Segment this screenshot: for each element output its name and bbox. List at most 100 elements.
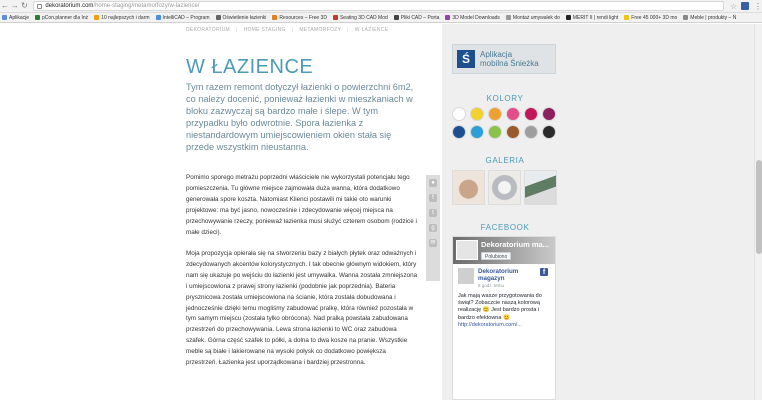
color-swatch[interactable] — [506, 125, 520, 139]
bookmark-favicon-icon — [215, 15, 221, 20]
reload-icon[interactable]: ↻ — [20, 0, 30, 12]
color-swatch[interactable] — [524, 107, 538, 121]
url-path: /home-staging/metamorfozy/w-lazience/ — [93, 3, 200, 9]
bookmark-item[interactable]: Resources – Free 3D — [272, 15, 327, 21]
color-swatch[interactable] — [488, 125, 502, 139]
facebook-widget: Dekoratorium ma... Polubiono Dekoratoriu… — [452, 236, 556, 400]
bookmark-label: Oświetlenie łazienki — [222, 14, 267, 21]
mobile-app-badge[interactable]: Ś Aplikacja mobilna Śnieżka — [452, 44, 556, 74]
facebook-page-avatar — [456, 240, 478, 260]
bookmark-label: Resources – Free 3D — [279, 14, 327, 21]
article-paragraph-2: Moja propozycja opierała się na stworzen… — [186, 250, 418, 367]
bookmark-item[interactable]: Aplikacje — [2, 15, 29, 21]
email-share-icon[interactable]: ✉ — [429, 239, 437, 247]
bookmark-item[interactable]: Seating 3D CAD Mod — [332, 14, 388, 21]
facebook-post-text: Jak mają wasze przygotowania do świąt? Z… — [458, 293, 542, 321]
facebook-post-author[interactable]: Dekoratorium magazyn — [478, 268, 536, 282]
color-swatch[interactable] — [488, 107, 502, 121]
color-swatch[interactable] — [452, 125, 466, 139]
scrollbar-thumb[interactable] — [756, 160, 762, 254]
web-page: Dekoratorium | Home staging | Metamorfoz… — [0, 24, 762, 400]
facebook-share-icon[interactable]: f — [429, 194, 437, 202]
bookmark-label: Aplikacje — [9, 14, 30, 21]
color-swatch[interactable] — [524, 125, 538, 139]
color-swatches — [452, 107, 562, 139]
bookmark-label: 10 najlepszych i darm — [101, 14, 150, 21]
facebook-cover[interactable]: Dekoratorium ma... Polubiono — [453, 237, 555, 264]
gallery-thumb-wreath[interactable] — [488, 170, 521, 205]
bookmark-item[interactable]: IntelliCAD – Program — [155, 14, 210, 21]
bookmark-item[interactable]: Pliki CAD – Porta — [393, 14, 440, 21]
url-input[interactable]: dekoratorium.com/home-staging/metamorfoz… — [33, 1, 724, 11]
bookmark-label: IntelliCAD – Program — [162, 14, 210, 21]
facebook-cover-title[interactable]: Dekoratorium ma... — [481, 240, 549, 249]
bookmark-favicon-icon — [155, 15, 161, 20]
facebook-post-avatar — [458, 268, 474, 284]
forward-icon[interactable]: → — [10, 0, 20, 12]
bookmark-label: Montaż umywalek do — [512, 14, 560, 21]
scrollbar[interactable] — [754, 24, 762, 400]
breadcrumb-item-dekoratorium[interactable]: Dekoratorium — [186, 27, 230, 33]
twitter-share-icon[interactable]: t — [429, 209, 437, 217]
breadcrumb-item-metamorfozy[interactable]: Metamorfozy — [299, 27, 341, 33]
color-swatch[interactable] — [506, 107, 520, 121]
bookmark-item[interactable]: 3D Model Downloads — [445, 15, 500, 21]
color-swatch[interactable] — [470, 107, 484, 121]
color-swatch[interactable] — [452, 107, 466, 121]
page-info-icon[interactable] — [37, 3, 43, 9]
breadcrumb: Dekoratorium | Home staging | Metamorfoz… — [186, 27, 388, 33]
bookmarks-bar: Aplikacje pCon.planner dla Inż 10 najlepsz… — [0, 13, 762, 23]
color-swatch[interactable] — [542, 125, 556, 139]
bookmark-label: Free 45 000+ 3D mo — [631, 14, 678, 21]
color-swatch[interactable] — [470, 125, 484, 139]
bookmark-item[interactable]: Montaż umywalek do — [505, 14, 560, 21]
breadcrumb-item-current: W łazience — [354, 27, 389, 33]
bookmark-favicon-icon — [683, 15, 689, 20]
bookmark-favicon-icon — [332, 15, 338, 20]
bookmark-star-icon[interactable]: ☆ — [730, 2, 737, 11]
color-swatch[interactable] — [542, 107, 556, 121]
bookmark-favicon-icon — [35, 15, 41, 20]
facebook-post-link[interactable]: http://dekoratorium.com/... — [458, 322, 550, 328]
bookmark-label: Seating 3D CAD Mod — [339, 14, 388, 21]
bookmark-favicon-icon — [2, 15, 7, 20]
facebook-like-button[interactable]: Polubiono — [481, 252, 512, 260]
breadcrumb-item-home-staging[interactable]: Home staging — [244, 27, 286, 33]
back-icon[interactable]: ← — [0, 0, 10, 12]
facebook-section-title: FACEBOOK — [480, 223, 530, 232]
colors-section-title: KOLORY — [486, 94, 524, 103]
google-plus-share-icon[interactable]: g — [429, 224, 437, 232]
bookmark-favicon-icon — [624, 15, 630, 20]
share-rail: ● f t g ✉ — [426, 175, 440, 281]
bookmark-label: Pliki CAD – Porta — [400, 14, 440, 21]
bookmark-favicon-icon — [393, 15, 399, 20]
browser-address-bar: ← → ↻ dekoratorium.com/home-staging/meta… — [0, 0, 762, 13]
gallery-thumb-ornament[interactable] — [452, 170, 485, 205]
comment-icon[interactable]: ● — [429, 179, 437, 187]
extension-icon[interactable] — [741, 2, 749, 10]
bookmark-item[interactable]: Oświetlenie łazienki — [215, 14, 267, 21]
article-lead: Tym razem remont dotyczył łazienki o pow… — [186, 82, 414, 153]
bookmark-favicon-icon — [565, 15, 571, 20]
bookmark-favicon-icon — [445, 15, 451, 20]
bookmark-item[interactable]: Free 45 000+ 3D mo — [624, 15, 677, 21]
bookmark-favicon-icon — [94, 15, 100, 20]
bookmark-label: Meble | produkty – Ń — [690, 14, 737, 21]
bookmark-label: 3D Model Downloads — [452, 14, 500, 21]
article-paragraph-1: Pomimo sporego metrażu poprzedni właścic… — [186, 174, 417, 236]
bookmark-item[interactable]: MERIT II | rendi light — [565, 14, 619, 21]
page-title: W ŁAZIENCE — [186, 56, 314, 78]
bookmark-item[interactable]: 10 najlepszych i darm — [94, 14, 150, 21]
browser-menu-icon[interactable]: ⋮ — [754, 2, 762, 11]
app-badge-line2: mobilna Śnieżka — [480, 59, 539, 68]
breadcrumb-separator: | — [347, 27, 349, 33]
bookmark-favicon-icon — [505, 15, 511, 20]
bookmark-label: MERIT II | rendi light — [572, 14, 619, 21]
gallery — [452, 170, 557, 205]
gallery-section-title: GALERIA — [485, 156, 525, 165]
bookmark-item[interactable]: pCon.planner dla Inż — [35, 15, 88, 21]
breadcrumb-separator: | — [235, 27, 238, 33]
gallery-thumb-plant[interactable] — [524, 170, 557, 205]
bookmark-item[interactable]: Meble | produkty – Ń — [683, 15, 736, 21]
facebook-post-time: 6 godz. temu — [478, 283, 505, 288]
